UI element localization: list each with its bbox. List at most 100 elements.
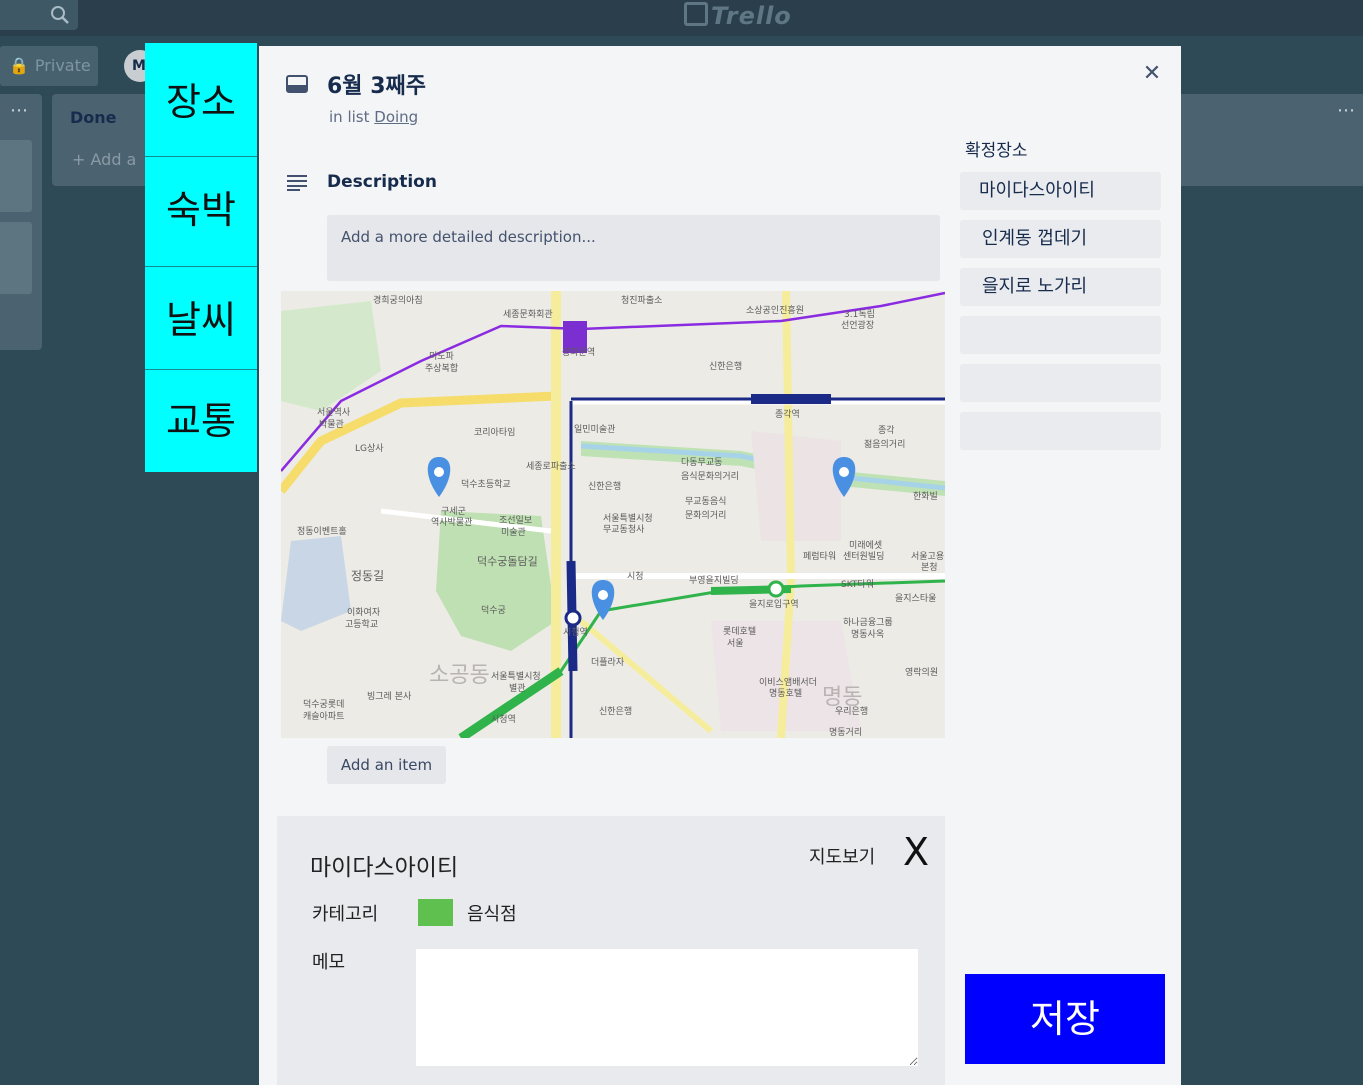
detail-close-button[interactable]: X [903, 830, 929, 874]
side-tab-bar: 장소 숙박 날씨 교통 [145, 43, 257, 472]
search-icon [51, 6, 69, 24]
map-label: 명동거리 [829, 728, 863, 738]
map-label: 소상공인진흥원 [746, 306, 804, 316]
map-view[interactable]: 경희궁의아침 세종문화회관 청진파출소 소상공인진흥원 3.1독립 선언광장 미도파 주상복합… [281, 291, 945, 738]
tab-transport[interactable]: 교통 [145, 370, 257, 472]
map-pin-icon[interactable] [427, 457, 451, 497]
search-box[interactable] [0, 0, 78, 30]
park-area [281, 301, 381, 411]
visibility-button[interactable]: 🔒 Private [0, 46, 98, 86]
avatar-initial: M [132, 58, 146, 74]
card-title[interactable]: 6월 3째주 [327, 68, 426, 100]
map-label: 신한은행 [588, 482, 622, 492]
map-label: 박물관 [319, 420, 344, 430]
category-color-swatch[interactable] [418, 899, 453, 926]
confirmed-place-item[interactable]: 마이다스아이티 [960, 172, 1161, 210]
category-value[interactable]: 음식점 [467, 900, 517, 926]
map-label: 역사박물관 [431, 518, 473, 528]
confirmed-place-item[interactable]: 을지로 노가리 [960, 268, 1161, 306]
list-title: Done [70, 108, 117, 127]
in-list-text: in list Doing [329, 108, 418, 126]
map-label: 음식문화의거리 [681, 472, 739, 482]
map-label: 덕수초등학교 [461, 480, 511, 490]
park-area [436, 511, 556, 651]
save-button[interactable]: 저장 [965, 974, 1165, 1064]
close-icon[interactable]: ✕ [1141, 63, 1163, 86]
description-icon [287, 175, 307, 191]
map-label: 선언광장 [841, 321, 875, 331]
map-label: 코리아타임 [474, 428, 516, 438]
visibility-label: Private [34, 56, 91, 75]
map-label: 고등학교 [345, 620, 379, 630]
list-menu-icon[interactable]: ⋯ [10, 100, 28, 121]
tab-lodging[interactable]: 숙박 [145, 157, 257, 267]
map-label: 다동무교동 [681, 458, 723, 468]
list-link[interactable]: Doing [374, 108, 418, 126]
map-label: 을지스타울 [895, 594, 937, 604]
list-menu-icon[interactable]: ⋯ [1337, 100, 1355, 121]
map-label: 정동이벤트홀 [297, 527, 347, 537]
map-label: 덕수궁 [481, 606, 506, 616]
description-heading: Description [327, 172, 437, 192]
map-label: LG상사 [355, 444, 384, 454]
map-label: 청진파출소 [621, 296, 663, 306]
map-label: 일민미술관 [574, 425, 616, 435]
in-list-prefix: in list [329, 108, 370, 126]
map-label: 세종로파출소 [526, 462, 576, 472]
add-item-button[interactable]: Add an item [327, 746, 446, 784]
map-label: 시청역 [563, 628, 588, 638]
card-stub[interactable] [0, 140, 32, 212]
map-label: 한화빌 [913, 492, 938, 502]
description-input[interactable]: Add a more detailed description... [327, 215, 940, 281]
map-label: 정동길 [351, 569, 385, 583]
confirmed-place-item[interactable] [960, 316, 1161, 354]
map-label: 무교동청사 [603, 525, 645, 535]
map-label: 시청역 [491, 715, 516, 725]
trello-logo-text: Trello [711, 2, 792, 30]
top-bar: Trello [0, 0, 1363, 36]
map-label: 무교동음식 [685, 497, 727, 507]
tab-weather[interactable]: 날씨 [145, 267, 257, 370]
map-label: 소공동 [429, 663, 490, 688]
confirmed-places-heading: 확정장소 [965, 141, 1028, 161]
map-label: 별관 [509, 684, 526, 694]
station-marker-jonggak [751, 394, 831, 404]
confirmed-place-item[interactable] [960, 364, 1161, 402]
map-label: 센터원빌딩 [843, 552, 885, 562]
memo-input[interactable] [416, 949, 918, 1066]
map-label: 덕수궁돌담길 [477, 555, 538, 568]
map-label: 시청 [627, 572, 644, 582]
map-label: 경희궁의아침 [373, 296, 423, 306]
add-card-button[interactable]: + Add a [72, 150, 136, 169]
map-label: 서울 [727, 639, 744, 649]
map-label: 종각역 [775, 410, 800, 420]
map-label: 부영을지빌딩 [689, 576, 739, 586]
tab-place[interactable]: 장소 [145, 43, 257, 157]
station-marker-cityhall [564, 609, 582, 627]
map-label: 광화문역 [562, 348, 596, 358]
map-label: 본청 [921, 563, 938, 573]
card-stub[interactable] [0, 222, 32, 294]
map-pin-icon[interactable] [591, 580, 615, 620]
confirmed-place-item[interactable] [960, 412, 1161, 450]
view-map-link[interactable]: 지도보기 [809, 843, 875, 869]
board-list: ⋯ [0, 94, 42, 350]
trello-logo[interactable]: Trello [684, 2, 792, 30]
trello-logo-icon [684, 2, 708, 26]
map-label: 종각 [878, 426, 895, 436]
map-label: 명동사옥 [851, 630, 885, 640]
map-label: 젊음의거리 [864, 440, 906, 450]
map-label: 더플라자 [591, 658, 625, 668]
map-label: 미술관 [501, 528, 526, 538]
memo-label: 메모 [312, 952, 346, 973]
confirmed-place-item[interactable]: 인계동 껍데기 [960, 220, 1161, 258]
map-label: 영락의원 [905, 668, 939, 678]
map-label: 페럼타워 [803, 552, 837, 562]
map-label: 을지로입구역 [749, 600, 799, 610]
lock-icon: 🔒 [9, 56, 29, 75]
park-area [281, 536, 351, 631]
building-block [751, 431, 841, 541]
map-label: 신한은행 [599, 707, 633, 717]
map-label: 명동호텔 [769, 689, 803, 699]
place-name: 마이다스아이티 [310, 855, 459, 881]
